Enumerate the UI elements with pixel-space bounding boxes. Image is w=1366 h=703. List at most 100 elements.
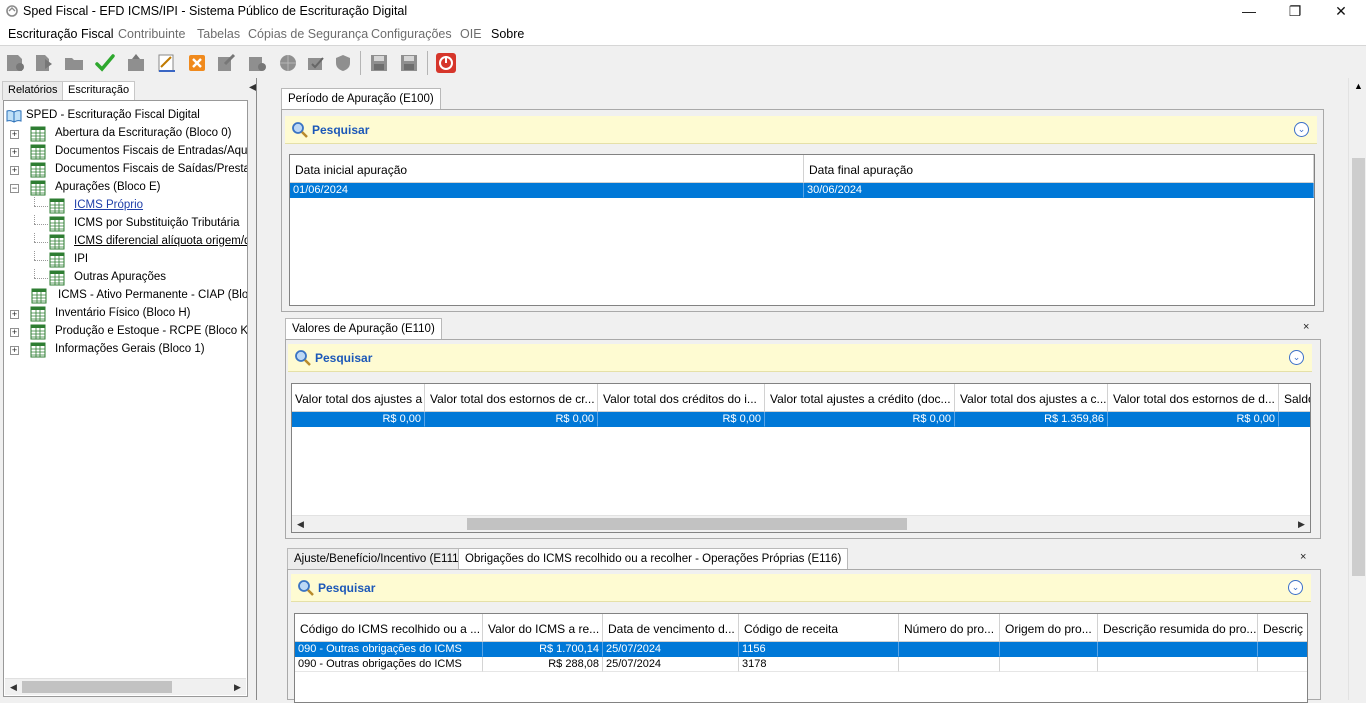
receipt-icon[interactable] xyxy=(304,51,328,75)
search-bar[interactable]: Pesquisar ⌄ xyxy=(291,574,1311,602)
menu-configuracoes[interactable]: Configurações xyxy=(371,27,452,41)
scrollbar-thumb[interactable] xyxy=(22,681,172,693)
table-cell[interactable] xyxy=(1279,412,1310,427)
tree-item[interactable]: + Documentos Fiscais de Entradas/Aquisiçõ… xyxy=(4,143,247,161)
shield-icon[interactable] xyxy=(331,51,355,75)
table-cell[interactable]: R$ 0,00 xyxy=(1108,412,1279,427)
table-cell[interactable]: 3178 xyxy=(739,657,899,672)
edit-document-icon[interactable] xyxy=(155,51,179,75)
menu-sobre[interactable]: Sobre xyxy=(491,27,524,41)
table-cell[interactable] xyxy=(1098,657,1258,672)
expander-toggle-icon[interactable]: + xyxy=(10,130,19,139)
tree-item[interactable]: ICMS diferencial alíquota origem/destino xyxy=(4,233,247,251)
column-header[interactable]: Descriç xyxy=(1258,614,1307,642)
table-cell[interactable] xyxy=(899,657,1000,672)
table-cell[interactable] xyxy=(1000,642,1098,657)
tab-ajuste-beneficio[interactable]: Ajuste/Benefício/Incentivo (E111) xyxy=(287,548,470,570)
maximize-button[interactable]: ❐ xyxy=(1272,0,1318,24)
table-cell[interactable]: 25/07/2024 xyxy=(603,657,739,672)
column-header[interactable]: Valor total dos ajustes a c... xyxy=(955,384,1108,412)
validate-check-icon[interactable] xyxy=(93,51,117,75)
close-panel-icon[interactable]: × xyxy=(1300,551,1306,563)
tree-root[interactable]: SPED - Escrituração Fiscal Digital xyxy=(4,107,247,125)
tree-horizontal-scrollbar[interactable]: ◀ ▶ xyxy=(5,678,246,695)
table-cell[interactable] xyxy=(1258,657,1307,672)
tree-item[interactable]: ICMS Próprio xyxy=(4,197,247,215)
column-header[interactable]: Data de vencimento d... xyxy=(603,614,739,642)
column-header[interactable]: Data inicial apuração xyxy=(290,155,804,183)
sign-icon[interactable] xyxy=(214,51,238,75)
table-cell[interactable]: R$ 0,00 xyxy=(425,412,598,427)
table-row[interactable]: 01/06/2024 30/06/2024 xyxy=(290,183,1314,198)
table-cell[interactable]: R$ 0,00 xyxy=(598,412,765,427)
search-bar[interactable]: Pesquisar ⌄ xyxy=(285,116,1317,144)
expander-toggle-icon[interactable]: − xyxy=(10,184,19,193)
save-icon[interactable] xyxy=(367,51,391,75)
tab-relatorios[interactable]: Relatórios xyxy=(2,81,64,100)
table-cell[interactable]: R$ 0,00 xyxy=(292,412,425,427)
expander-toggle-icon[interactable]: + xyxy=(10,166,19,175)
tree-item[interactable]: + Documentos Fiscais de Saídas/Prestações xyxy=(4,161,247,179)
transmit-icon[interactable] xyxy=(245,51,269,75)
collapse-chevron-icon[interactable]: ⌄ xyxy=(1294,122,1309,137)
tab-obrigacoes-icms[interactable]: Obrigações do ICMS recolhido ou a recolh… xyxy=(458,548,849,570)
column-header[interactable]: Valor do ICMS a re... xyxy=(483,614,603,642)
scroll-right-arrow[interactable]: ▶ xyxy=(1293,516,1310,532)
column-header[interactable]: Descrição resumida do pro... xyxy=(1098,614,1258,642)
column-header[interactable]: Data final apuração xyxy=(804,155,1314,183)
column-header[interactable]: Número do pro... xyxy=(899,614,1000,642)
scroll-left-arrow[interactable]: ◀ xyxy=(5,679,22,696)
menu-escrituracao-fiscal[interactable]: Escrituração Fiscal xyxy=(8,27,114,41)
menu-oie[interactable]: OIE xyxy=(460,27,482,41)
table-cell[interactable]: R$ 0,00 xyxy=(765,412,955,427)
scroll-left-arrow[interactable]: ◀ xyxy=(292,516,309,532)
expander-toggle-icon[interactable]: + xyxy=(10,310,19,319)
table-cell[interactable]: R$ 1.359,86 xyxy=(955,412,1108,427)
table-cell[interactable] xyxy=(899,642,1000,657)
expander-toggle-icon[interactable]: + xyxy=(10,346,19,355)
table-row[interactable]: 090 - Outras obrigações do ICMS R$ 1.700,… xyxy=(295,642,1307,657)
table-cell[interactable]: 30/06/2024 xyxy=(804,183,1314,198)
table-row[interactable]: 090 - Outras obrigações do ICMS R$ 288,08… xyxy=(295,657,1307,672)
expander-toggle-icon[interactable]: + xyxy=(10,328,19,337)
table-cell[interactable]: 1156 xyxy=(739,642,899,657)
menu-tabelas[interactable]: Tabelas xyxy=(197,27,240,41)
scrollbar-thumb[interactable] xyxy=(1352,158,1365,576)
scroll-right-arrow[interactable]: ▶ xyxy=(229,679,246,696)
open-arrow-icon[interactable] xyxy=(32,51,56,75)
table-cell[interactable]: 090 - Outras obrigações do ICMS xyxy=(295,657,483,672)
minimize-button[interactable]: — xyxy=(1226,0,1272,24)
column-header[interactable]: Valor total dos ajustes a ... xyxy=(292,384,425,412)
panel-splitter[interactable] xyxy=(252,78,254,700)
table-row[interactable]: R$ 0,00 R$ 0,00 R$ 0,00 R$ 0,00 R$ 1.359,86 R… xyxy=(292,412,1310,427)
scrollbar-thumb[interactable] xyxy=(467,518,907,530)
collapse-chevron-icon[interactable]: ⌄ xyxy=(1289,350,1304,365)
menu-copias-seguranca[interactable]: Cópias de Segurança xyxy=(248,27,368,41)
folder-icon[interactable] xyxy=(62,51,86,75)
table-cell[interactable]: R$ 288,08 xyxy=(483,657,603,672)
close-window-button[interactable]: ✕ xyxy=(1318,0,1364,24)
tree-item[interactable]: ICMS por Substituição Tributária xyxy=(4,215,247,233)
table-cell[interactable]: 01/06/2024 xyxy=(290,183,804,198)
delete-icon[interactable] xyxy=(185,51,209,75)
tree-item[interactable]: ICMS - Ativo Permanente - CIAP (Bloco G) xyxy=(4,287,247,305)
menu-contribuinte[interactable]: Contribuinte xyxy=(118,27,185,41)
expander-toggle-icon[interactable]: + xyxy=(10,148,19,157)
tree-item[interactable]: Outras Apurações xyxy=(4,269,247,287)
tree-item[interactable]: − Apurações (Bloco E) xyxy=(4,179,247,197)
tree-item[interactable]: + Produção e Estoque - RCPE (Bloco K) xyxy=(4,323,247,341)
globe-icon[interactable] xyxy=(276,51,300,75)
column-header[interactable]: Código de receita xyxy=(739,614,899,642)
search-bar[interactable]: Pesquisar ⌄ xyxy=(288,344,1312,372)
exit-icon[interactable] xyxy=(434,51,458,75)
column-header[interactable]: Saldo xyxy=(1279,384,1310,412)
tree-item[interactable]: + Informações Gerais (Bloco 1) xyxy=(4,341,247,359)
column-header[interactable]: Origem do pro... xyxy=(1000,614,1098,642)
column-header[interactable]: Valor total ajustes a crédito (doc... xyxy=(765,384,955,412)
export-icon[interactable] xyxy=(124,51,148,75)
column-header[interactable]: Valor total dos créditos do i... xyxy=(598,384,765,412)
table-cell[interactable] xyxy=(1258,642,1307,657)
column-header[interactable]: Código do ICMS recolhido ou a ... xyxy=(295,614,483,642)
table-cell[interactable]: 090 - Outras obrigações do ICMS xyxy=(295,642,483,657)
table-cell[interactable]: 25/07/2024 xyxy=(603,642,739,657)
